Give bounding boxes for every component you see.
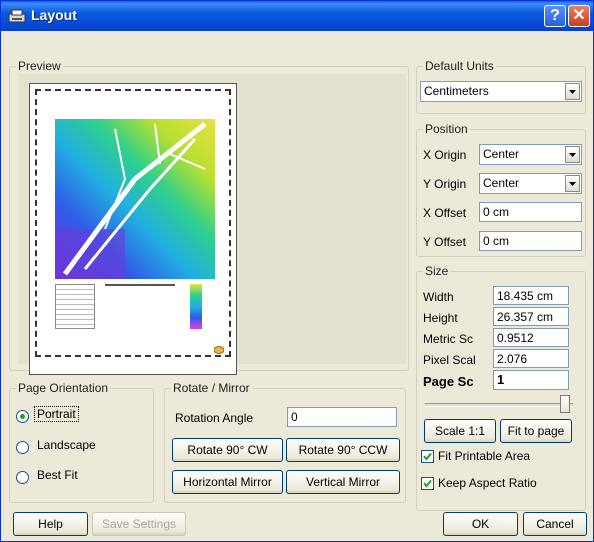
page-corner-handle-icon[interactable] [214, 346, 224, 354]
landscape-label[interactable]: Landscape [37, 438, 96, 452]
width-label: Width [423, 290, 454, 304]
scale-1-1-button[interactable]: Scale 1:1 [424, 419, 496, 443]
landscape-radio[interactable] [16, 441, 29, 454]
page-scale-input[interactable]: 1 [493, 370, 569, 390]
rotation-angle-input[interactable]: 0 [287, 407, 397, 427]
rotate-ccw-button[interactable]: Rotate 90° CCW [286, 438, 400, 462]
default-units-value: Centimeters [424, 84, 489, 98]
size-label: Size [423, 264, 451, 278]
map-color-legend [190, 284, 202, 329]
cancel-button[interactable]: Cancel [523, 512, 587, 536]
metric-scale-label: Metric Sc [423, 332, 474, 346]
portrait-label[interactable]: Portrait [34, 406, 79, 422]
height-label: Height [423, 311, 458, 325]
save-settings-button[interactable]: Save Settings [92, 512, 186, 536]
vertical-mirror-button[interactable]: Vertical Mirror [286, 470, 400, 494]
y-origin-label: Y Origin [423, 177, 467, 191]
map-preview-image [55, 119, 215, 279]
x-origin-label: X Origin [423, 148, 467, 162]
page-scale-slider-thumb[interactable] [560, 395, 571, 413]
page-scale-label: Page Sc [423, 374, 474, 389]
default-units-label: Default Units [423, 59, 496, 73]
page-scale-slider-track[interactable] [425, 403, 573, 407]
window-title: Layout [31, 7, 77, 23]
chevron-down-icon[interactable] [565, 146, 580, 163]
y-offset-input[interactable]: 0 cm [479, 231, 582, 251]
portrait-radio[interactable] [16, 410, 29, 423]
best-fit-radio[interactable] [16, 471, 29, 484]
layout-dialog: Layout ? ✕ Preview Default Units Centime… [0, 0, 594, 542]
help-title-button[interactable]: ? [544, 5, 566, 27]
rotate-cw-button[interactable]: Rotate 90° CW [172, 438, 283, 462]
layout-app-icon [8, 9, 26, 23]
default-units-select[interactable]: Centimeters [420, 81, 582, 102]
chevron-down-icon[interactable] [565, 175, 580, 192]
pixel-scale-input[interactable]: 2.076 [493, 349, 569, 368]
position-label: Position [423, 122, 470, 136]
help-button[interactable]: Help [13, 512, 88, 536]
map-scale-bar [105, 284, 175, 290]
pixel-scale-label: Pixel Scal [423, 353, 476, 367]
preview-page[interactable] [29, 83, 237, 375]
ok-button[interactable]: OK [443, 512, 518, 536]
checkmark-icon [423, 452, 432, 461]
height-input[interactable]: 26.357 cm [493, 307, 569, 326]
x-offset-input[interactable]: 0 cm [479, 202, 582, 222]
x-offset-label: X Offset [423, 206, 467, 220]
y-offset-label: Y Offset [423, 235, 466, 249]
x-origin-value: Center [483, 147, 520, 161]
preview-label: Preview [16, 59, 63, 73]
horizontal-mirror-button[interactable]: Horizontal Mirror [172, 470, 283, 494]
page-orientation-label: Page Orientation [16, 381, 111, 395]
metric-scale-input[interactable]: 0.9512 [493, 328, 569, 347]
rotate-mirror-label: Rotate / Mirror [171, 381, 252, 395]
fit-to-page-button[interactable]: Fit to page [500, 419, 572, 443]
fit-printable-area-checkbox[interactable] [421, 450, 434, 463]
map-info-table [55, 284, 95, 329]
close-button[interactable]: ✕ [568, 5, 590, 27]
rotation-angle-label: Rotation Angle [175, 411, 254, 425]
keep-aspect-ratio-checkbox[interactable] [421, 477, 434, 490]
keep-aspect-ratio-label[interactable]: Keep Aspect Ratio [438, 476, 537, 490]
best-fit-label[interactable]: Best Fit [37, 468, 78, 482]
width-input[interactable]: 18.435 cm [493, 286, 569, 305]
fit-printable-area-label[interactable]: Fit Printable Area [438, 449, 530, 463]
title-bar[interactable]: Layout ? ✕ [1, 1, 593, 31]
x-origin-select[interactable]: Center [479, 144, 582, 165]
chevron-down-icon[interactable] [565, 83, 580, 100]
y-origin-value: Center [483, 176, 520, 190]
y-origin-select[interactable]: Center [479, 173, 582, 194]
checkmark-icon [423, 479, 432, 488]
